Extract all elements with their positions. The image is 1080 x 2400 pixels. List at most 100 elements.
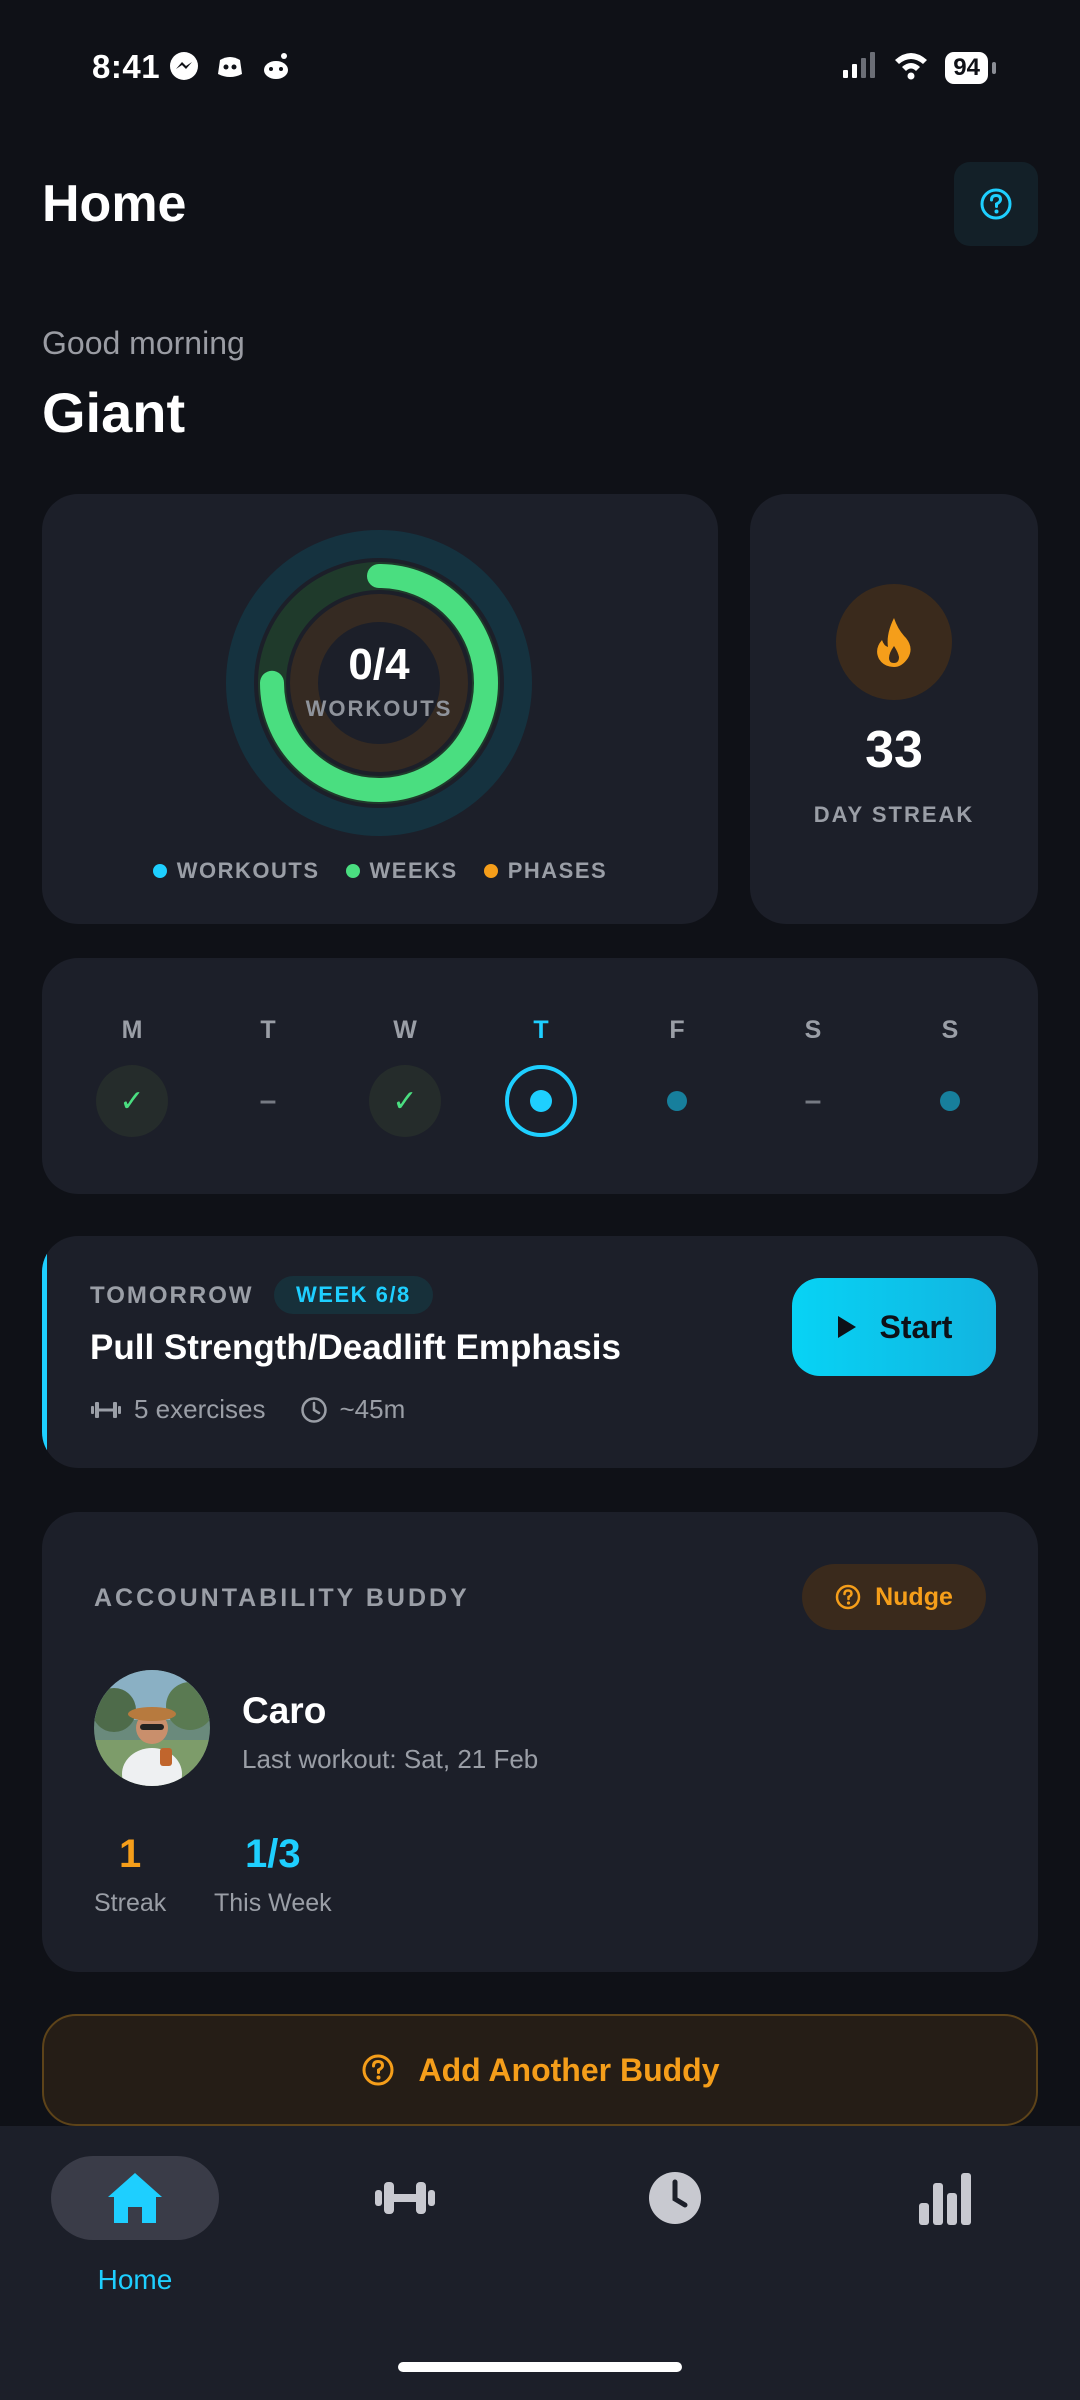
help-icon: [980, 188, 1012, 220]
workout-name: Pull Strength/Deadlift Emphasis: [90, 1328, 621, 1367]
day-letter: T: [533, 1016, 549, 1044]
exercise-count-text: 5 exercises: [134, 1394, 266, 1424]
check-icon: ✓: [369, 1065, 441, 1137]
buddy-avatar[interactable]: [94, 1670, 210, 1786]
day-letter: W: [393, 1016, 417, 1044]
streak-label: DAY STREAK: [813, 802, 975, 827]
today-indicator: [505, 1065, 577, 1137]
buddy-name: Caro: [242, 1690, 327, 1731]
rest-day-icon: –: [804, 1084, 822, 1117]
flame-icon: [877, 618, 911, 667]
home-indicator[interactable]: [398, 2362, 682, 2372]
nav-workouts-pill: [321, 2156, 489, 2240]
bottom-navigation: Home: [0, 2126, 1080, 2400]
help-button[interactable]: [954, 162, 1038, 246]
planned-dot: [641, 1065, 713, 1137]
buddy-streak-stat: 1 Streak: [94, 1832, 166, 1918]
day-saturday[interactable]: S –: [773, 1016, 853, 1137]
system-status: 94: [841, 50, 996, 85]
nav-workouts[interactable]: [320, 2156, 490, 2240]
legend-label: WEEKS: [369, 858, 458, 883]
week-badge: WEEK 6/8: [274, 1276, 433, 1314]
messenger-icon: [168, 50, 200, 82]
bar-chart-icon: [919, 2173, 971, 2225]
nav-home[interactable]: Home: [50, 2156, 220, 2296]
buddy-streak-label: Streak: [94, 1889, 167, 1917]
day-wednesday[interactable]: W ✓: [365, 1016, 445, 1137]
nav-history[interactable]: [590, 2156, 760, 2240]
add-buddy-label: Add Another Buddy: [418, 2051, 720, 2088]
notification-icons: [168, 50, 292, 82]
legend-dot: [345, 864, 360, 878]
page-title: Home: [42, 175, 187, 233]
day-tuesday[interactable]: T –: [228, 1016, 308, 1137]
workouts-progress-value: 0/4: [348, 640, 410, 689]
exercise-count: 5 exercises: [90, 1394, 266, 1425]
day-monday[interactable]: M ✓: [92, 1016, 172, 1137]
dumbbell-icon: [375, 2182, 435, 2214]
play-icon: [837, 1316, 856, 1338]
help-icon: [362, 2054, 393, 2086]
accountability-buddy-card: ACCOUNTABILITY BUDDY Nudge Caro Last wor…: [42, 1512, 1038, 1972]
user-name: Giant: [42, 381, 186, 444]
schedule-label: TOMORROW: [90, 1282, 254, 1309]
home-icon: [108, 2173, 162, 2223]
buddy-streak-value: 1: [119, 1832, 142, 1876]
legend-phases: PHASES: [483, 858, 608, 884]
legend-label: WORKOUTS: [176, 858, 320, 883]
status-time: 8:41: [92, 48, 161, 85]
buddy-week-label: This Week: [214, 1889, 332, 1917]
avatar-image: [94, 1670, 210, 1786]
legend-dot: [152, 864, 167, 878]
reddit-icon: [260, 50, 292, 82]
nav-home-label: Home: [97, 2264, 173, 2295]
week-tracker: M ✓ T – W ✓ T F S – S: [42, 958, 1038, 1194]
accent-bar: [42, 1236, 47, 1468]
day-letter: T: [260, 1016, 276, 1044]
rest-day-icon: –: [259, 1084, 277, 1117]
buddy-section-title: ACCOUNTABILITY BUDDY: [94, 1584, 470, 1612]
buddy-last-workout: Last workout: Sat, 21 Feb: [242, 1744, 539, 1774]
clock-icon: [649, 2172, 701, 2224]
day-friday[interactable]: F: [637, 1016, 717, 1137]
greeting-text: Good morning: [42, 325, 245, 361]
legend-workouts: WORKOUTS: [152, 858, 320, 884]
start-button-label: Start: [879, 1308, 953, 1345]
nudge-label: Nudge: [875, 1582, 953, 1611]
rings-legend: WORKOUTS WEEKS PHASES: [42, 858, 718, 884]
planned-dot: [914, 1065, 986, 1137]
dumbbell-icon: [91, 1401, 121, 1418]
wifi-icon: [893, 50, 929, 85]
help-icon: [835, 1584, 861, 1610]
buddy-week-stat: 1/3 This Week: [214, 1832, 332, 1918]
day-letter: S: [941, 1016, 959, 1044]
status-bar: 8:41 94: [0, 0, 1080, 130]
start-workout-button[interactable]: Start: [792, 1278, 996, 1376]
day-letter: F: [669, 1016, 685, 1044]
legend-dot: [483, 864, 498, 878]
home-screen: 8:41 94 Home Good morning Giant 0/4 WORK…: [0, 0, 1080, 2400]
buddy-week-value: 1/3: [245, 1832, 301, 1876]
next-workout-card[interactable]: TOMORROW WEEK 6/8 Pull Strength/Deadlift…: [42, 1236, 1038, 1468]
add-buddy-button[interactable]: Add Another Buddy: [42, 2014, 1038, 2126]
nav-stats-pill: [861, 2156, 1029, 2240]
workout-meta: 5 exercises ~45m: [90, 1394, 405, 1425]
nudge-button[interactable]: Nudge: [802, 1564, 986, 1630]
progress-rings-card[interactable]: 0/4 WORKOUTS WORKOUTS WEEKS PHASES: [42, 494, 718, 924]
flame-badge: [836, 584, 952, 700]
discord-icon: [214, 50, 246, 82]
battery-indicator: 94: [945, 51, 996, 84]
workouts-progress-label: WORKOUTS: [305, 696, 453, 721]
legend-label: PHASES: [507, 858, 608, 883]
signal-icon: [841, 50, 877, 85]
streak-value: 33: [865, 721, 923, 779]
duration-text: ~45m: [339, 1394, 406, 1424]
day-thursday[interactable]: T: [501, 1016, 581, 1137]
day-letter: S: [804, 1016, 822, 1044]
legend-weeks: WEEKS: [345, 858, 458, 884]
streak-card[interactable]: 33 DAY STREAK: [750, 494, 1038, 924]
nav-stats[interactable]: [860, 2156, 1030, 2240]
day-sunday[interactable]: S: [910, 1016, 990, 1137]
duration: ~45m: [300, 1394, 406, 1425]
check-icon: ✓: [96, 1065, 168, 1137]
